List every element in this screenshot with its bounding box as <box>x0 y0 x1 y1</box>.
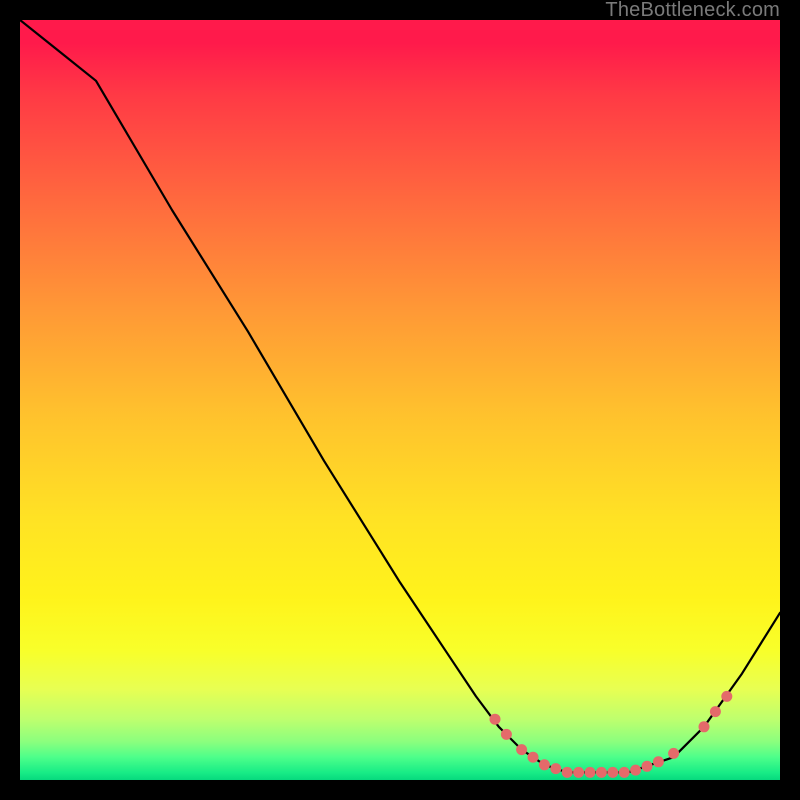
data-dot <box>710 706 721 717</box>
data-dot <box>490 714 501 725</box>
chart-stage: TheBottleneck.com <box>0 0 800 800</box>
data-dot <box>607 767 618 778</box>
data-dot <box>596 767 607 778</box>
watermark-text: TheBottleneck.com <box>605 0 780 22</box>
data-dot <box>539 759 550 770</box>
data-dot <box>516 744 527 755</box>
data-dot <box>528 752 539 763</box>
bottleneck-curve <box>20 20 780 772</box>
data-dot <box>562 767 573 778</box>
data-dot <box>653 756 664 767</box>
data-dot <box>585 767 596 778</box>
plot-area <box>20 20 780 780</box>
data-dot <box>550 763 561 774</box>
data-dot <box>668 748 679 759</box>
data-dot <box>630 765 641 776</box>
data-dot <box>721 691 732 702</box>
data-dot <box>501 729 512 740</box>
data-dot <box>619 767 630 778</box>
data-dot <box>699 721 710 732</box>
chart-svg <box>20 20 780 780</box>
data-dot <box>642 761 653 772</box>
data-dot <box>573 767 584 778</box>
